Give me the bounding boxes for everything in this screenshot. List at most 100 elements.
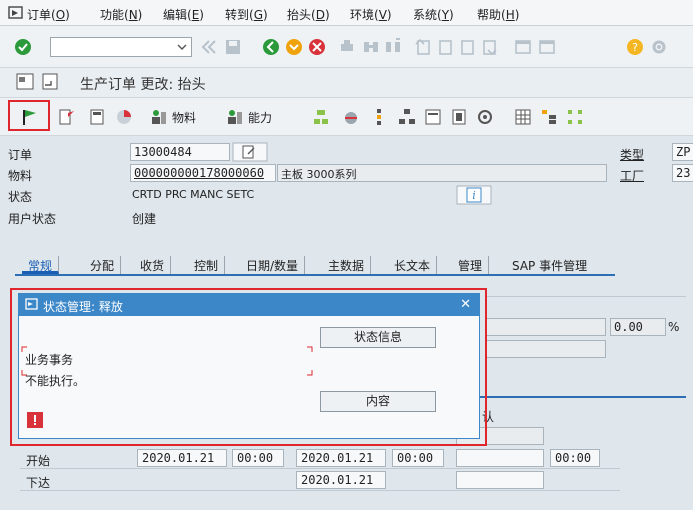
user-status-value: 创建 bbox=[132, 212, 157, 226]
grid-table-icon[interactable] bbox=[514, 108, 532, 126]
tab-assignment[interactable]: 分配 bbox=[84, 256, 122, 274]
first-page-icon[interactable] bbox=[414, 38, 432, 56]
order-type-field[interactable]: ZP bbox=[672, 143, 693, 161]
operations-icon[interactable] bbox=[312, 108, 330, 126]
status-label: 状态 bbox=[8, 190, 33, 204]
previous-page-icon[interactable] bbox=[436, 38, 454, 56]
status-management-dialog: 状态管理: 释放 ✕ 状态信息 业务事务 不能执行。 内容 bbox=[18, 293, 480, 439]
menu-header[interactable]: 抬头(D) bbox=[287, 6, 330, 23]
dialog-menu-icon[interactable] bbox=[25, 298, 39, 311]
menu-edit[interactable]: 编辑(E) bbox=[163, 6, 204, 23]
sap-menu-icon[interactable] bbox=[8, 6, 24, 20]
menu-help[interactable]: 帮助(H) bbox=[477, 6, 519, 23]
order-menu-icon[interactable] bbox=[16, 73, 36, 91]
start-date3-field[interactable] bbox=[456, 449, 544, 467]
tree-structure-icon[interactable] bbox=[540, 108, 558, 126]
user-status-label: 用户状态 bbox=[8, 212, 57, 226]
application-toolbar: 物料 能力 bbox=[0, 98, 693, 136]
percent-unit: % bbox=[668, 320, 680, 334]
enter-check-icon[interactable] bbox=[14, 38, 32, 56]
svg-text:?: ? bbox=[632, 41, 638, 54]
next-page-icon[interactable] bbox=[458, 38, 476, 56]
percent-field[interactable]: 0.00 bbox=[610, 318, 666, 336]
plant-label: 工厂 bbox=[620, 169, 645, 183]
double-back-icon[interactable] bbox=[200, 38, 218, 56]
svg-text:i: i bbox=[472, 189, 476, 202]
dialog-message-line2: 不能执行。 bbox=[25, 374, 86, 388]
shortcut-icon[interactable] bbox=[538, 38, 556, 56]
plant-field[interactable]: 23 bbox=[672, 164, 693, 182]
content-button[interactable]: 内容 bbox=[320, 391, 436, 412]
calculator-icon[interactable] bbox=[88, 108, 106, 126]
status-info-button[interactable]: 状态信息 bbox=[320, 327, 436, 348]
menu-environment[interactable]: 环境(V) bbox=[350, 6, 392, 23]
menu-bar: 订单(O) 功能(N) 编辑(E) 转到(G) 抬头(D) 环境(V) 系统(Y… bbox=[0, 0, 693, 26]
help-icon[interactable]: ? bbox=[626, 38, 644, 56]
menu-goto[interactable]: 转到(G) bbox=[225, 6, 268, 23]
material-label: 物料 bbox=[8, 169, 33, 183]
message-bracket-right bbox=[307, 346, 313, 376]
material-description-field: 主板 3000系列 bbox=[277, 164, 607, 182]
edit-note-icon[interactable] bbox=[232, 142, 268, 162]
release-flag-icon[interactable] bbox=[20, 108, 38, 126]
last-page-icon[interactable] bbox=[480, 38, 498, 56]
new-session-icon[interactable] bbox=[514, 38, 532, 56]
order-number-field[interactable]: 13000484 bbox=[130, 143, 230, 161]
command-field[interactable] bbox=[50, 37, 192, 57]
tab-general[interactable]: 常规 bbox=[22, 256, 60, 274]
capacity-button-label[interactable]: 能力 bbox=[248, 109, 272, 126]
release-label: 下达 bbox=[26, 476, 51, 490]
tab-dates-quantities[interactable]: 日期/数量 bbox=[240, 256, 306, 274]
status-icon[interactable] bbox=[58, 108, 76, 126]
find-icon[interactable] bbox=[362, 38, 380, 56]
sequence-icon[interactable] bbox=[342, 108, 360, 126]
title-bar: 生产订单 更改: 抬头 bbox=[0, 68, 693, 98]
bg-field-b[interactable] bbox=[486, 340, 606, 358]
row-separator-1 bbox=[20, 468, 620, 469]
info-icon[interactable]: i bbox=[456, 185, 492, 205]
tab-administration[interactable]: 管理 bbox=[452, 256, 490, 274]
hierarchy-icon[interactable] bbox=[398, 108, 416, 126]
start-time-field[interactable]: 00:00 bbox=[232, 449, 284, 467]
network-icon[interactable] bbox=[566, 108, 584, 126]
chevron-down-icon[interactable] bbox=[177, 43, 187, 51]
material-number-field[interactable]: 000000000178000060 bbox=[130, 164, 276, 182]
documents-icon[interactable] bbox=[424, 108, 442, 126]
release-date-field[interactable]: 2020.01.21 bbox=[296, 471, 386, 489]
material-icon[interactable] bbox=[150, 108, 168, 126]
start-label: 开始 bbox=[26, 454, 51, 468]
row-separator-2 bbox=[20, 490, 620, 491]
menu-order[interactable]: 订单(O) bbox=[27, 6, 70, 23]
menu-system[interactable]: 系统(Y) bbox=[413, 6, 454, 23]
dialog-title: 状态管理: 释放 bbox=[43, 300, 123, 314]
dropdown-toggle-icon[interactable] bbox=[42, 73, 58, 91]
cancel-icon[interactable] bbox=[308, 38, 326, 56]
close-icon[interactable]: ✕ bbox=[460, 297, 471, 312]
release-date2-field[interactable] bbox=[456, 471, 544, 489]
system-status-value: CRTD PRC MANC SETC bbox=[132, 188, 255, 201]
settings-gear-icon[interactable] bbox=[650, 38, 668, 56]
object-services-icon[interactable] bbox=[476, 108, 494, 126]
tab-control[interactable]: 控制 bbox=[188, 256, 226, 274]
tab-goods-receipt[interactable]: 收货 bbox=[134, 256, 172, 274]
tab-underline bbox=[15, 274, 615, 276]
bg-field-a[interactable] bbox=[486, 318, 606, 336]
tab-master-data[interactable]: 主数据 bbox=[322, 256, 372, 274]
tab-sap-event-management[interactable]: SAP 事件管理 bbox=[506, 256, 593, 274]
find-next-icon[interactable] bbox=[384, 38, 402, 56]
tab-long-text[interactable]: 长文本 bbox=[388, 256, 438, 274]
print-icon[interactable] bbox=[338, 38, 356, 56]
costs-pie-icon[interactable] bbox=[115, 108, 133, 126]
start-date-field[interactable]: 2020.01.21 bbox=[137, 449, 227, 467]
menu-function[interactable]: 功能(N) bbox=[100, 6, 142, 23]
capacity-icon[interactable] bbox=[226, 108, 244, 126]
save-icon[interactable] bbox=[224, 38, 242, 56]
material-button-label[interactable]: 物料 bbox=[172, 109, 196, 126]
start-time2-field[interactable]: 00:00 bbox=[392, 449, 444, 467]
back-icon[interactable] bbox=[262, 38, 280, 56]
exit-icon[interactable] bbox=[285, 38, 303, 56]
start-date2-field[interactable]: 2020.01.21 bbox=[296, 449, 386, 467]
components-icon[interactable] bbox=[370, 108, 388, 126]
doc-link-icon[interactable] bbox=[450, 108, 468, 126]
start-time3-field[interactable]: 00:00 bbox=[550, 449, 600, 467]
